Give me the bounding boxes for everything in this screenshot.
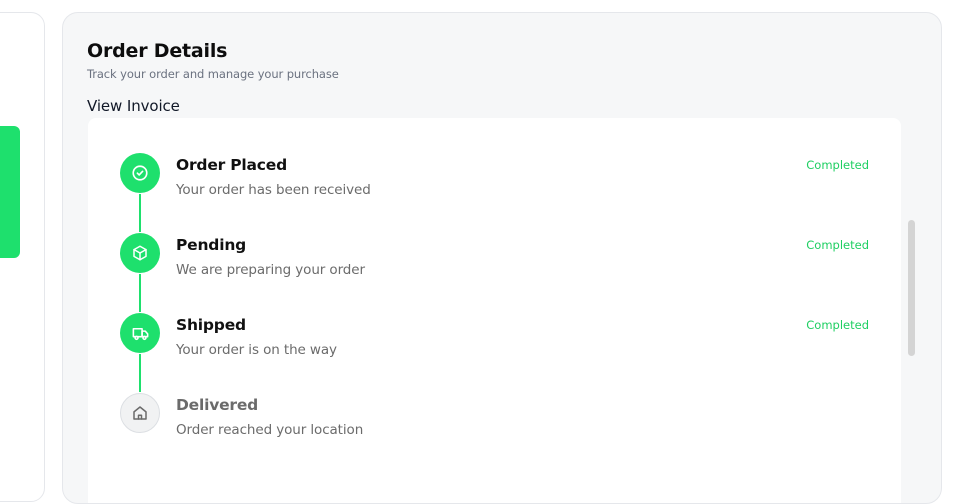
package-icon [131, 244, 149, 262]
step-title: Pending [176, 236, 247, 254]
step-icon-badge [120, 393, 160, 433]
panel-header: Order Details Track your order and manag… [87, 39, 339, 82]
step-description: We are preparing your order [176, 262, 365, 278]
timeline-step-order-placed: Order Placed Your order has been receive… [88, 153, 901, 233]
step-description: Order reached your location [176, 422, 364, 438]
step-status: Completed [806, 318, 869, 332]
step-icon-badge [120, 313, 160, 353]
timeline-step-shipped: Shipped Your order is on the way Complet… [88, 313, 901, 393]
step-title: Order Placed [176, 156, 287, 174]
step-description: Your order has been received [176, 182, 371, 198]
step-description: Your order is on the way [176, 342, 337, 358]
page-subtitle: Track your order and manage your purchas… [87, 67, 339, 81]
order-timeline: Order Placed Your order has been receive… [88, 118, 901, 503]
page-title: Order Details [87, 40, 228, 62]
truck-icon [131, 324, 150, 343]
timeline-connector [139, 354, 141, 392]
step-title: Shipped [176, 316, 246, 334]
check-circle-icon [131, 164, 149, 182]
step-status: Completed [806, 238, 869, 252]
timeline-connector [139, 194, 141, 232]
order-details-panel: Order Details Track your order and manag… [62, 12, 942, 504]
vertical-scrollbar[interactable] [908, 220, 915, 356]
left-accent-block[interactable] [0, 126, 20, 258]
step-icon-badge [120, 233, 160, 273]
step-status: Completed [806, 158, 869, 172]
timeline-step-pending: Pending We are preparing your order Comp… [88, 233, 901, 313]
timeline-step-delivered: Delivered Order reached your location [88, 393, 901, 473]
home-icon [131, 404, 149, 422]
view-invoice-link[interactable]: View Invoice [87, 97, 180, 115]
step-icon-badge [120, 153, 160, 193]
step-title: Delivered [176, 396, 259, 414]
timeline-connector [139, 274, 141, 312]
